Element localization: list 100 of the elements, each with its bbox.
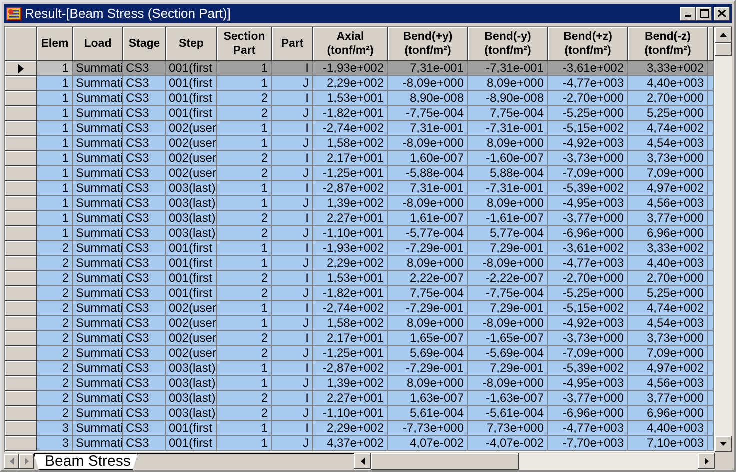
column-header[interactable]: Bend(+z) (tonf/m²): [548, 27, 628, 61]
sheet-tab[interactable]: Beam Stress: [34, 454, 138, 470]
table-cell: J: [272, 316, 313, 331]
table-cell: 4,74e+002: [628, 301, 708, 316]
table-cell: 002(user: [166, 346, 217, 361]
table-cell: 3,73e+000: [628, 331, 708, 346]
left-arrow-icon: [10, 458, 14, 465]
row-header[interactable]: [5, 301, 37, 316]
table-cell: 1: [217, 121, 272, 136]
column-header[interactable]: Section Part: [217, 27, 272, 61]
close-button[interactable]: [714, 6, 730, 20]
table-cell: 8,09e+000: [468, 76, 548, 91]
table-cell: 1: [217, 181, 272, 196]
table-cell: 4,40e+003: [628, 256, 708, 271]
table-cell: -2,74e+002: [313, 301, 388, 316]
table-cell: CS3: [123, 106, 166, 121]
table-cell: -5,39e+002: [548, 361, 628, 376]
table-cell: -1,25e+001: [313, 346, 388, 361]
table-cell: CS3: [123, 76, 166, 91]
table-cell: 4,74e+002: [628, 121, 708, 136]
row-header[interactable]: [5, 346, 37, 361]
table-cell: 2: [217, 226, 272, 241]
row-header[interactable]: [5, 406, 37, 421]
table-cell: 1: [37, 166, 73, 181]
row-header[interactable]: [5, 241, 37, 256]
table-cell: -6,96e+000: [548, 226, 628, 241]
table-cell: 2: [217, 211, 272, 226]
row-header[interactable]: [5, 76, 37, 91]
table-cell: 2: [37, 241, 73, 256]
tab-scroll-left-button[interactable]: [4, 454, 19, 469]
column-header[interactable]: Bend(-y) (tonf/m²): [468, 27, 548, 61]
table-cell: -4,07e-002: [468, 436, 548, 451]
scroll-right-button[interactable]: [698, 453, 715, 469]
table-cell: -3,61e+002: [548, 61, 628, 76]
column-header[interactable]: Bend(+y) (tonf/m²): [388, 27, 468, 61]
table-cell: 2,27e+001: [313, 211, 388, 226]
column-header[interactable]: Stage: [123, 27, 166, 61]
row-header[interactable]: [5, 436, 37, 451]
row-header[interactable]: [5, 391, 37, 406]
table-cell: 1,58e+002: [313, 136, 388, 151]
table-cell: 7,09e+000: [628, 166, 708, 181]
column-header[interactable]: Load: [73, 27, 123, 61]
row-header[interactable]: [5, 121, 37, 136]
scroll-down-button[interactable]: [715, 436, 732, 452]
column-header[interactable]: Part: [272, 27, 313, 61]
table-cell: -2,87e+002: [313, 361, 388, 376]
table-cell: 1: [37, 226, 73, 241]
table-cell: 001(first: [166, 271, 217, 286]
column-header[interactable]: Bend(-z) (tonf/m²): [628, 27, 708, 61]
table-cell: 1,60e-007: [388, 151, 468, 166]
row-header[interactable]: [5, 91, 37, 106]
row-header[interactable]: [5, 151, 37, 166]
row-header[interactable]: [5, 211, 37, 226]
table-cell: 3,77e+000: [628, 211, 708, 226]
row-header[interactable]: [5, 106, 37, 121]
column-header[interactable]: [708, 27, 714, 61]
row-header[interactable]: [5, 361, 37, 376]
table-cell: -4,77e+003: [548, 421, 628, 436]
maximize-button[interactable]: [696, 6, 712, 20]
table-cell: 2: [37, 301, 73, 316]
row-header[interactable]: [5, 226, 37, 241]
table-cell: -8,09e+000: [468, 376, 548, 391]
tab-scroll-right-button[interactable]: [19, 454, 34, 469]
table-cell: CS3: [123, 136, 166, 151]
row-header[interactable]: [5, 331, 37, 346]
minimize-button[interactable]: [680, 6, 696, 20]
row-header[interactable]: [5, 166, 37, 181]
row-header[interactable]: [5, 271, 37, 286]
row-header[interactable]: [5, 196, 37, 211]
table-cell: 7,10e+003: [628, 436, 708, 451]
scroll-up-button[interactable]: [715, 27, 732, 43]
row-header[interactable]: [5, 316, 37, 331]
table-cell: 5,25e+000: [628, 286, 708, 301]
row-header[interactable]: [5, 136, 37, 151]
row-header[interactable]: [5, 286, 37, 301]
table-cell: 3,77e+000: [628, 391, 708, 406]
scroll-thumb[interactable]: [371, 453, 519, 470]
column-header[interactable]: Axial (tonf/m²): [313, 27, 388, 61]
table-cell: I: [272, 421, 313, 436]
column-header[interactable]: Elem: [37, 27, 73, 61]
table-cell: -2,70e+000: [548, 91, 628, 106]
table-cell: I: [272, 151, 313, 166]
row-header[interactable]: [5, 421, 37, 436]
row-header[interactable]: [5, 256, 37, 271]
table-cell: 7,09e+000: [628, 346, 708, 361]
horizontal-scrollbar[interactable]: [354, 453, 715, 470]
vertical-scrollbar[interactable]: [715, 27, 732, 452]
row-header[interactable]: [5, 181, 37, 196]
close-icon: [718, 10, 726, 17]
column-header[interactable]: Step: [166, 27, 217, 61]
table-cell: 003(last): [166, 196, 217, 211]
table-cell: -8,09e+000: [388, 76, 468, 91]
row-header[interactable]: [5, 61, 37, 76]
scroll-left-button[interactable]: [354, 453, 371, 469]
table-cell: 8,09e+000: [468, 136, 548, 151]
scroll-thumb[interactable]: [715, 43, 732, 56]
table-cell: 1: [37, 181, 73, 196]
table-cell: 002(user: [166, 166, 217, 181]
row-header[interactable]: [5, 376, 37, 391]
table-cell: CS3: [123, 211, 166, 226]
